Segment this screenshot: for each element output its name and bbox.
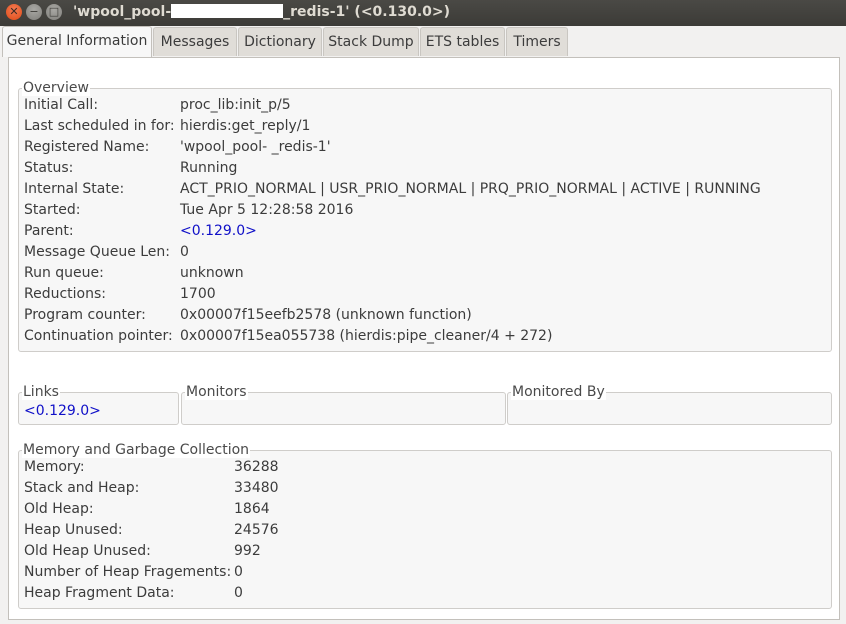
tab-bar: General Information Messages Dictionary … [0,26,846,57]
close-icon[interactable]: ✕ [6,4,22,20]
overview-value: unknown [180,265,244,281]
overview-value: 0x00007f15ea055738 (hierdis:pipe_cleaner… [180,328,553,344]
window-title: 'wpool_pool- _redis-1' (<0.130.0>) [73,4,450,20]
overview-label: Reductions: [24,286,106,302]
overview-row: Reductions: 1700 [24,284,824,305]
overview-value: hierdis:get_reply/1 [180,118,311,134]
general-info-panel: Overview Initial Call: proc_lib:init_p/5 L… [8,57,840,620]
monitored-by-frame: Monitored By [507,384,832,425]
tab-messages[interactable]: Messages [153,27,237,56]
overview-value: 1700 [180,286,216,302]
memory-label: Old Heap: [24,501,94,517]
overview-label: Started: [24,202,81,218]
overview-label: Internal State: [24,181,125,197]
memory-label: Stack and Heap: [24,480,140,496]
tab-dictionary[interactable]: Dictionary [238,27,322,56]
memory-value: 0 [234,564,243,580]
memory-value: 0 [234,585,243,601]
memory-value: 33480 [234,480,279,496]
links-pid-link[interactable]: <0.129.0> [24,401,101,422]
tab-ets-tables[interactable]: ETS tables [420,27,505,56]
memory-label: Memory: [24,459,85,475]
overview-row: Started: Tue Apr 5 12:28:58 2016 [24,200,824,221]
overview-label: Last scheduled in for: [24,118,175,134]
overview-row: Internal State: ACT_PRIO_NORMAL | USR_PRI… [24,179,824,200]
memory-row: Old Heap Unused: 992 [24,541,824,562]
overview-value: 0 [180,244,189,260]
overview-label: Registered Name: [24,139,150,155]
memory-value: 1864 [234,501,270,517]
memory-row: Number of Heap Fragements: 0 [24,562,824,583]
window-title-suffix: _redis-1' (<0.130.0>) [283,4,451,20]
minimize-icon[interactable]: − [26,4,42,20]
memory-label: Heap Unused: [24,522,123,538]
overview-title: Overview [22,80,90,96]
overview-value: Tue Apr 5 12:28:58 2016 [180,202,354,218]
monitors-frame: Monitors [181,384,506,425]
memory-value: 24576 [234,522,279,538]
memory-row: Memory: 36288 [24,457,824,478]
window-title-prefix: 'wpool_pool- [73,4,172,20]
memory-label: Old Heap Unused: [24,543,151,559]
tab-general-information[interactable]: General Information [2,26,152,57]
overview-row: Status: Running [24,158,824,179]
memory-title: Memory and Garbage Collection [22,442,251,458]
memory-label: Number of Heap Fragements: [24,564,232,580]
memory-label: Heap Fragment Data: [24,585,175,601]
links-title: Links [22,384,60,400]
overview-row: Continuation pointer: 0x00007f15ea055738 … [24,326,824,347]
overview-label: Program counter: [24,307,146,323]
overview-value: Running [180,160,238,176]
overview-label: Run queue: [24,265,104,281]
memory-value: 992 [234,543,261,559]
maximize-icon[interactable]: □ [46,4,62,20]
overview-label: Status: [24,160,74,176]
overview-row: Initial Call: proc_lib:init_p/5 [24,95,824,116]
overview-row: Registered Name: 'wpool_pool- _redis-1' [24,137,824,158]
overview-value: proc_lib:init_p/5 [180,97,291,113]
memory-row: Heap Fragment Data: 0 [24,583,824,604]
overview-frame: Overview Initial Call: proc_lib:init_p/5 L… [18,80,832,352]
overview-row: Last scheduled in for: hierdis:get_reply/… [24,116,824,137]
overview-row: Program counter: 0x00007f15eefb2578 (unkn… [24,305,824,326]
memory-row: Stack and Heap: 33480 [24,478,824,499]
overview-value: 0x00007f15eefb2578 (unknown function) [180,307,472,323]
overview-label: Message Queue Len: [24,244,171,260]
overview-label: Continuation pointer: [24,328,173,344]
overview-value: ACT_PRIO_NORMAL | USR_PRIO_NORMAL | PRQ_… [180,181,761,197]
overview-row: Parent: <0.129.0> [24,221,824,242]
memory-row: Heap Unused: 24576 [24,520,824,541]
monitored-by-title: Monitored By [511,384,606,400]
memory-value: 36288 [234,459,279,475]
links-frame: Links <0.129.0> [18,384,179,425]
overview-value[interactable]: <0.129.0> [180,221,257,242]
tab-stack-dump[interactable]: Stack Dump [323,27,419,56]
tab-timers[interactable]: Timers [506,27,568,56]
overview-row: Run queue: unknown [24,263,824,284]
monitors-title: Monitors [185,384,248,400]
overview-value: 'wpool_pool- _redis-1' [180,139,331,155]
overview-label: Parent: [24,223,74,239]
title-bar: ✕ − □ 'wpool_pool- _redis-1' (<0.130.0>) [0,0,846,26]
overview-label: Initial Call: [24,97,99,113]
memory-frame: Memory and Garbage Collection Memory: 362… [18,442,832,609]
overview-row: Message Queue Len: 0 [24,242,824,263]
redaction-box [171,4,284,18]
memory-row: Old Heap: 1864 [24,499,824,520]
